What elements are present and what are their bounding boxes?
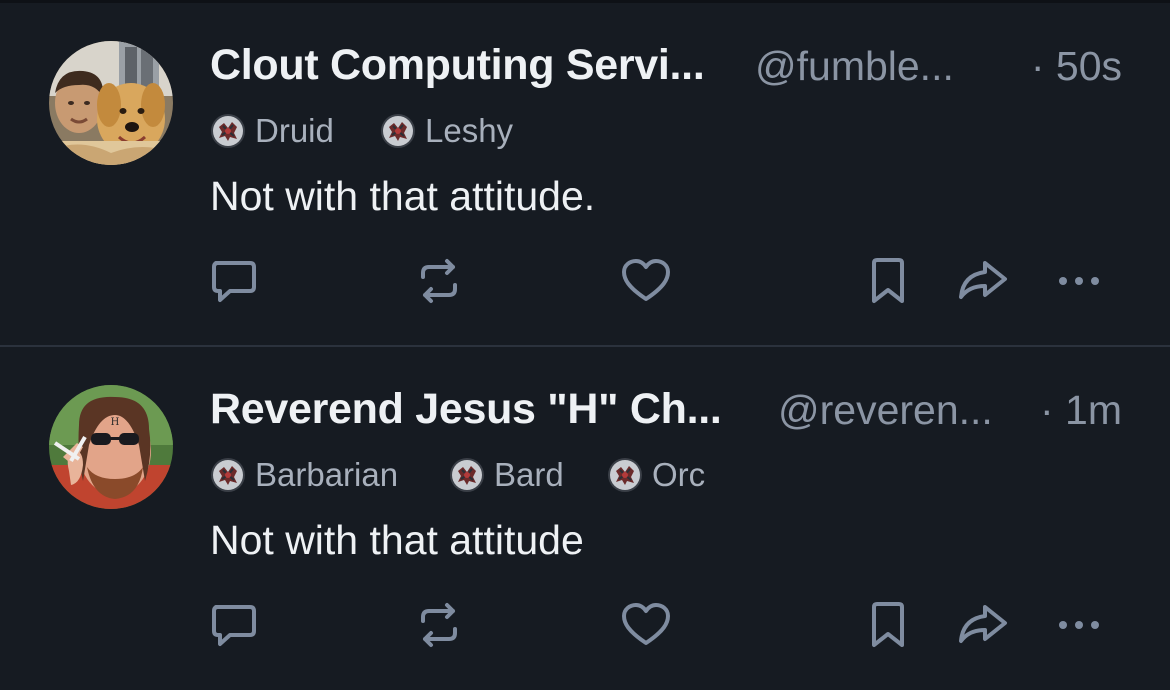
repost-icon (421, 259, 457, 303)
heart-icon (622, 259, 670, 301)
post[interactable]: H Reverend Jesus "H" Ch... @reveren... ·… (0, 347, 1170, 690)
repost-button[interactable] (411, 597, 467, 653)
share-icon (959, 261, 1007, 299)
bookmark-button[interactable] (860, 597, 916, 653)
more-options-button[interactable] (1053, 253, 1109, 309)
bookmark-icon (872, 602, 904, 647)
action-bar (0, 597, 1170, 657)
post[interactable]: Clout Computing Servi... @fumble... · 50… (0, 3, 1170, 346)
reply-icon (212, 261, 256, 302)
svg-text:H: H (111, 417, 120, 428)
more-options-icon (1059, 277, 1099, 285)
display-name[interactable]: Reverend Jesus "H" Ch... (210, 385, 722, 434)
share-icon (959, 605, 1007, 643)
share-button[interactable] (955, 597, 1011, 653)
badge-label: Barbarian (255, 456, 399, 493)
feed: Clout Computing Servi... @fumble... · 50… (0, 0, 1170, 676)
user-handle[interactable]: @fumble... (755, 43, 954, 90)
bookmark-icon (872, 258, 904, 303)
heart-icon (622, 603, 670, 645)
reply-icon (212, 605, 256, 646)
share-button[interactable] (955, 253, 1011, 309)
post-text: Not with that attitude (210, 517, 584, 563)
more-options-icon (1059, 621, 1099, 629)
badge-label: Druid (255, 112, 334, 149)
badge-emblem-icon (210, 113, 246, 149)
badge-emblem-icon (380, 113, 416, 149)
badge-label: Orc (652, 456, 706, 493)
timestamp[interactable]: · 1m (1040, 387, 1122, 434)
badge-emblem-icon (607, 457, 643, 493)
bookmark-button[interactable] (860, 253, 916, 309)
like-button[interactable] (618, 597, 674, 653)
repost-button[interactable] (411, 253, 467, 309)
timestamp[interactable]: · 50s (1031, 43, 1122, 90)
badge-label: Leshy (425, 112, 514, 149)
more-options-button[interactable] (1053, 597, 1109, 653)
avatar[interactable]: H (49, 385, 173, 509)
badge-label: Bard (494, 456, 564, 493)
post-header: Clout Computing Servi... @fumble... · 50… (210, 41, 1122, 91)
post-text: Not with that attitude. (210, 173, 596, 219)
avatar[interactable] (49, 41, 173, 165)
action-bar (0, 253, 1170, 313)
repost-icon (421, 603, 457, 647)
user-handle[interactable]: @reveren... (778, 387, 993, 434)
display-name[interactable]: Clout Computing Servi... (210, 41, 705, 90)
post-header: Reverend Jesus "H" Ch... @reveren... · 1… (210, 385, 1122, 435)
like-button[interactable] (618, 253, 674, 309)
reply-button[interactable] (206, 597, 262, 653)
reply-button[interactable] (206, 253, 262, 309)
badge-emblem-icon (210, 457, 246, 493)
badge-emblem-icon (449, 457, 485, 493)
